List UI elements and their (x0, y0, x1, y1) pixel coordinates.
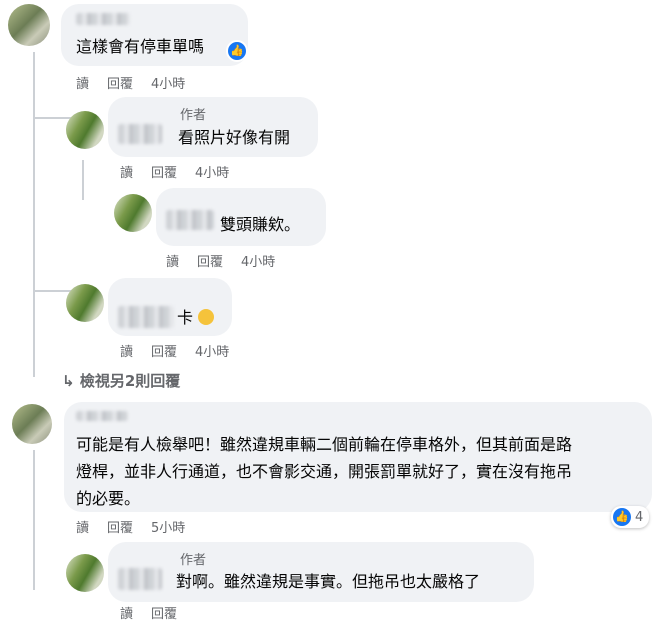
avatar[interactable] (12, 404, 52, 444)
avatar[interactable] (114, 194, 152, 232)
comment-text-line-2: 燈桿，並非人行通道，也不會影交通，開張罰單就好了，實在沒有拖吊 (76, 462, 573, 481)
comment-actions: 讀 回覆 4小時 (120, 162, 229, 181)
read-link[interactable]: 讀 (120, 603, 133, 622)
avatar[interactable] (66, 554, 104, 592)
read-link[interactable]: 讀 (120, 162, 133, 181)
thread-line (33, 450, 35, 590)
thread-line (33, 117, 73, 119)
comment-actions: 讀 回覆 4小時 (120, 341, 229, 360)
author-badge: 作者 (180, 108, 207, 123)
comment-actions: 讀 回覆 (120, 603, 177, 622)
reply-arrow-icon: ↳ (62, 372, 75, 390)
comment-text-line-3: 的必要。 (76, 489, 141, 508)
timestamp: 4小時 (241, 255, 276, 270)
avatar[interactable] (8, 4, 50, 46)
reply-link[interactable]: 回覆 (151, 603, 177, 622)
reply-link[interactable]: 回覆 (107, 73, 133, 92)
comment-actions: 讀 回覆 5小時 (76, 517, 185, 536)
thread-line (82, 160, 84, 200)
timestamp: 4小時 (195, 345, 230, 360)
comment-text: 雙頭賺欸。 (220, 215, 301, 234)
like-reaction-icon: 👍 (613, 508, 631, 526)
author-badge: 作者 (180, 553, 207, 568)
comment-actions: 讀 回覆 4小時 (76, 73, 185, 92)
laughing-emoji-icon (198, 309, 215, 325)
reaction-count[interactable]: 👍 4 (611, 506, 650, 528)
read-link[interactable]: 讀 (166, 251, 179, 270)
read-link[interactable]: 讀 (120, 341, 133, 360)
commenter-name[interactable] (118, 124, 162, 144)
read-link[interactable]: 讀 (76, 73, 89, 92)
commenter-name[interactable] (118, 568, 162, 590)
read-link[interactable]: 讀 (76, 517, 89, 536)
avatar[interactable] (66, 284, 104, 322)
reply-link[interactable]: 回覆 (197, 251, 223, 270)
thread-line (33, 52, 35, 377)
comment-text: 這樣會有停車單嗎 (76, 37, 205, 56)
like-reaction-icon[interactable]: 👍 (226, 40, 248, 62)
reaction-count-value: 4 (635, 509, 644, 525)
comment-text: 對啊。雖然違規是事實。但拖吊也太嚴格了 (176, 572, 481, 591)
timestamp: 5小時 (151, 521, 186, 536)
commenter-name[interactable] (76, 13, 130, 25)
reply-link[interactable]: 回覆 (151, 162, 177, 181)
avatar[interactable] (66, 111, 104, 149)
comment-actions: 讀 回覆 4小時 (166, 251, 275, 270)
commenter-name[interactable] (166, 210, 214, 230)
commenter-name[interactable] (118, 306, 174, 328)
timestamp: 4小時 (195, 166, 230, 181)
comment-text-line-1: 可能是有人檢舉吧！雖然違規車輛二個前輪在停車格外，但其前面是路 (76, 435, 573, 454)
view-more-replies-link[interactable]: ↳ 檢視另2則回覆 (62, 370, 180, 391)
timestamp: 4小時 (151, 77, 186, 92)
reply-link[interactable]: 回覆 (151, 341, 177, 360)
commenter-name[interactable] (76, 411, 128, 421)
comment-text: 卡 (177, 305, 215, 331)
view-more-label: 檢視另2則回覆 (79, 372, 181, 390)
comment-text-value: 卡 (177, 308, 194, 327)
reply-link[interactable]: 回覆 (107, 517, 133, 536)
comment-text: 看照片好像有開 (178, 128, 291, 147)
